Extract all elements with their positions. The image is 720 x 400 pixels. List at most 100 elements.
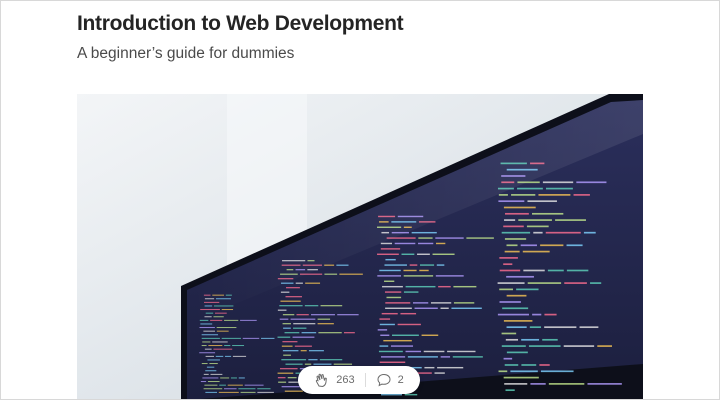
code-line — [201, 337, 220, 339]
code-line — [277, 372, 294, 374]
code-line — [318, 332, 342, 334]
code-line — [498, 370, 508, 373]
code-line — [501, 345, 526, 347]
code-line — [545, 187, 573, 190]
article-title: Introduction to Web Development — [77, 12, 404, 35]
code-line — [504, 238, 527, 240]
code-line — [238, 388, 256, 390]
code-line — [545, 231, 581, 234]
code-line — [521, 338, 540, 341]
code-line — [392, 334, 419, 336]
code-line — [451, 307, 482, 309]
code-line — [242, 337, 260, 339]
code-line — [466, 237, 494, 239]
code-line — [277, 377, 286, 379]
code-line — [503, 206, 536, 209]
code-line — [305, 282, 321, 284]
code-line — [526, 225, 549, 228]
code-line — [510, 370, 538, 373]
code-line — [385, 307, 412, 309]
code-line — [227, 384, 243, 386]
code-line — [505, 338, 519, 341]
code-line — [224, 388, 237, 390]
code-line — [283, 354, 291, 356]
code-line — [573, 194, 590, 196]
code-line — [394, 242, 416, 245]
code-line — [240, 391, 256, 393]
code-line — [447, 350, 476, 353]
code-line — [293, 327, 307, 329]
code-line — [317, 318, 331, 320]
code-line — [202, 377, 219, 379]
code-line — [522, 250, 550, 253]
code-line — [380, 393, 403, 396]
code-line — [215, 355, 224, 357]
code-line — [380, 242, 393, 245]
code-line — [257, 391, 274, 393]
code-line — [404, 393, 418, 396]
code-line — [533, 231, 543, 234]
code-line — [527, 282, 562, 284]
code-line — [384, 264, 407, 266]
code-line — [200, 381, 207, 383]
code-line — [414, 307, 438, 309]
code-line — [379, 318, 391, 320]
code-line — [204, 384, 218, 386]
code-line — [205, 355, 214, 357]
responses-button[interactable]: 2 — [376, 372, 404, 388]
code-line — [576, 181, 607, 184]
code-line — [503, 376, 539, 379]
code-line — [506, 326, 527, 329]
code-line — [205, 391, 218, 393]
code-line — [412, 302, 429, 304]
code-line — [436, 264, 445, 266]
code-line — [377, 253, 399, 255]
code-line — [532, 313, 542, 316]
engagement-bar: 263 2 — [298, 366, 420, 394]
code-line — [503, 357, 513, 360]
code-line — [293, 323, 316, 325]
code-line — [400, 312, 417, 315]
code-line — [540, 370, 574, 373]
code-line — [499, 301, 521, 303]
code-line — [277, 309, 287, 311]
code-line — [504, 364, 519, 366]
code-line — [219, 384, 226, 386]
code-line — [282, 341, 298, 343]
code-line — [530, 383, 546, 385]
response-count: 2 — [397, 374, 404, 386]
code-line — [277, 336, 291, 338]
code-line — [503, 320, 533, 322]
code-line — [499, 288, 513, 291]
code-line — [205, 370, 217, 372]
code-line — [285, 296, 302, 298]
code-line — [435, 242, 446, 245]
code-line — [380, 334, 390, 336]
code-line — [419, 269, 429, 272]
code-line — [432, 253, 455, 255]
code-line — [279, 305, 303, 307]
code-line — [542, 181, 574, 184]
code-line — [281, 359, 307, 361]
code-line — [505, 389, 515, 392]
code-line — [397, 323, 421, 326]
code-line — [385, 258, 396, 261]
code-line — [547, 269, 564, 272]
code-line — [390, 345, 414, 347]
code-line — [566, 269, 589, 272]
hero-image — [77, 94, 643, 400]
code-line — [203, 388, 223, 390]
code-line — [204, 348, 212, 350]
clap-button[interactable]: 263 — [314, 372, 355, 388]
code-line — [544, 326, 577, 329]
code-line — [207, 359, 220, 361]
code-line — [504, 212, 529, 215]
code-line — [224, 345, 231, 347]
code-line — [199, 352, 216, 354]
code-line — [286, 287, 300, 289]
code-line — [384, 280, 395, 282]
code-line — [295, 282, 303, 284]
code-line — [383, 339, 412, 342]
code-line — [434, 372, 445, 374]
code-line — [379, 345, 389, 347]
